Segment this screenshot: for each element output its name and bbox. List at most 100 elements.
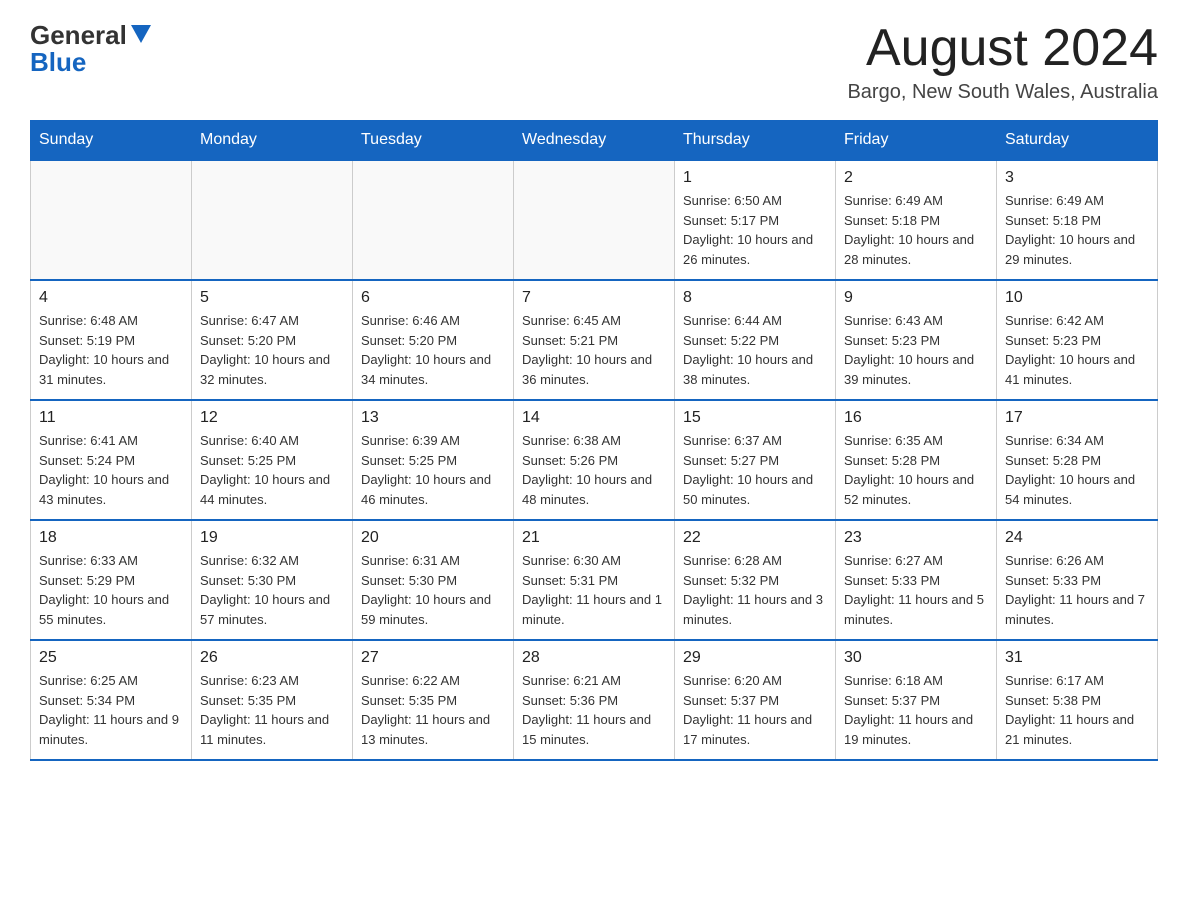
logo: General Blue	[30, 20, 151, 78]
day-number: 24	[1005, 529, 1149, 547]
day-info: Sunrise: 6:32 AMSunset: 5:30 PMDaylight:…	[200, 551, 344, 629]
calendar-cell: 27 Sunrise: 6:22 AMSunset: 5:35 PMDayligh…	[353, 640, 514, 760]
calendar-cell: 17Sunrise: 6:34 AMSunset: 5:28 PMDayligh…	[997, 400, 1158, 520]
calendar-cell: 9Sunrise: 6:43 AMSunset: 5:23 PMDaylight…	[836, 280, 997, 400]
calendar-week-row: 1 Sunrise: 6:50 AMSunset: 5:17 PMDaylight…	[31, 160, 1158, 280]
day-info: Sunrise: 6:35 AMSunset: 5:28 PMDaylight:…	[844, 431, 988, 509]
calendar-cell: 29 Sunrise: 6:20 AMSunset: 5:37 PMDayligh…	[675, 640, 836, 760]
calendar-cell: 18 Sunrise: 6:33 AMSunset: 5:29 PMDayligh…	[31, 520, 192, 640]
calendar-cell: 8 Sunrise: 6:44 AMSunset: 5:22 PMDaylight…	[675, 280, 836, 400]
day-info: Sunrise: 6:38 AMSunset: 5:26 PMDaylight:…	[522, 431, 666, 509]
day-info: Sunrise: 6:41 AMSunset: 5:24 PMDaylight:…	[39, 431, 183, 509]
day-number: 22	[683, 529, 827, 547]
day-info: Sunrise: 6:45 AMSunset: 5:21 PMDaylight:…	[522, 311, 666, 389]
day-info: Sunrise: 6:50 AMSunset: 5:17 PMDaylight:…	[683, 191, 827, 269]
day-number: 4	[39, 289, 183, 307]
day-number: 8	[683, 289, 827, 307]
calendar-cell: 3 Sunrise: 6:49 AMSunset: 5:18 PMDaylight…	[997, 160, 1158, 280]
calendar-day-header: Tuesday	[353, 121, 514, 161]
day-info: Sunrise: 6:23 AMSunset: 5:35 PMDaylight:…	[200, 671, 344, 749]
day-number: 13	[361, 409, 505, 427]
month-title: August 2024	[847, 20, 1158, 77]
day-info: Sunrise: 6:31 AMSunset: 5:30 PMDaylight:…	[361, 551, 505, 629]
calendar-cell: 5 Sunrise: 6:47 AMSunset: 5:20 PMDaylight…	[192, 280, 353, 400]
day-number: 30	[844, 649, 988, 667]
calendar-cell	[514, 160, 675, 280]
calendar-cell: 15 Sunrise: 6:37 AMSunset: 5:27 PMDayligh…	[675, 400, 836, 520]
calendar-cell: 31 Sunrise: 6:17 AMSunset: 5:38 PMDayligh…	[997, 640, 1158, 760]
page-header: General Blue August 2024 Bargo, New Sout…	[30, 20, 1158, 104]
calendar-cell	[31, 160, 192, 280]
day-info: Sunrise: 6:33 AMSunset: 5:29 PMDaylight:…	[39, 551, 183, 629]
day-number: 5	[200, 289, 344, 307]
calendar-cell: 20Sunrise: 6:31 AMSunset: 5:30 PMDayligh…	[353, 520, 514, 640]
day-number: 31	[1005, 649, 1149, 667]
calendar-week-row: 18 Sunrise: 6:33 AMSunset: 5:29 PMDayligh…	[31, 520, 1158, 640]
day-info: Sunrise: 6:47 AMSunset: 5:20 PMDaylight:…	[200, 311, 344, 389]
day-info: Sunrise: 6:49 AMSunset: 5:18 PMDaylight:…	[1005, 191, 1149, 269]
day-number: 27	[361, 649, 505, 667]
day-number: 28	[522, 649, 666, 667]
day-info: Sunrise: 6:30 AMSunset: 5:31 PMDaylight:…	[522, 551, 666, 629]
calendar-cell	[192, 160, 353, 280]
day-info: Sunrise: 6:37 AMSunset: 5:27 PMDaylight:…	[683, 431, 827, 509]
day-number: 12	[200, 409, 344, 427]
calendar-cell: 24Sunrise: 6:26 AMSunset: 5:33 PMDayligh…	[997, 520, 1158, 640]
calendar-header-row: SundayMondayTuesdayWednesdayThursdayFrid…	[31, 121, 1158, 161]
location-title: Bargo, New South Wales, Australia	[847, 81, 1158, 104]
day-number: 3	[1005, 169, 1149, 187]
calendar-table: SundayMondayTuesdayWednesdayThursdayFrid…	[30, 120, 1158, 761]
day-info: Sunrise: 6:46 AMSunset: 5:20 PMDaylight:…	[361, 311, 505, 389]
calendar-cell: 30Sunrise: 6:18 AMSunset: 5:37 PMDayligh…	[836, 640, 997, 760]
calendar-day-header: Monday	[192, 121, 353, 161]
calendar-cell: 2 Sunrise: 6:49 AMSunset: 5:18 PMDaylight…	[836, 160, 997, 280]
calendar-cell: 28 Sunrise: 6:21 AMSunset: 5:36 PMDayligh…	[514, 640, 675, 760]
calendar-cell: 4 Sunrise: 6:48 AMSunset: 5:19 PMDaylight…	[31, 280, 192, 400]
calendar-week-row: 4 Sunrise: 6:48 AMSunset: 5:19 PMDaylight…	[31, 280, 1158, 400]
day-number: 29	[683, 649, 827, 667]
calendar-day-header: Wednesday	[514, 121, 675, 161]
calendar-cell: 14Sunrise: 6:38 AMSunset: 5:26 PMDayligh…	[514, 400, 675, 520]
day-info: Sunrise: 6:49 AMSunset: 5:18 PMDaylight:…	[844, 191, 988, 269]
calendar-cell: 21 Sunrise: 6:30 AMSunset: 5:31 PMDayligh…	[514, 520, 675, 640]
calendar-week-row: 11Sunrise: 6:41 AMSunset: 5:24 PMDayligh…	[31, 400, 1158, 520]
calendar-cell	[353, 160, 514, 280]
day-number: 10	[1005, 289, 1149, 307]
calendar-day-header: Friday	[836, 121, 997, 161]
day-number: 25	[39, 649, 183, 667]
day-number: 1	[683, 169, 827, 187]
day-info: Sunrise: 6:39 AMSunset: 5:25 PMDaylight:…	[361, 431, 505, 509]
day-info: Sunrise: 6:25 AMSunset: 5:34 PMDaylight:…	[39, 671, 183, 749]
day-number: 6	[361, 289, 505, 307]
logo-blue-text: Blue	[30, 47, 86, 78]
calendar-cell: 11Sunrise: 6:41 AMSunset: 5:24 PMDayligh…	[31, 400, 192, 520]
day-info: Sunrise: 6:27 AMSunset: 5:33 PMDaylight:…	[844, 551, 988, 629]
calendar-cell: 10Sunrise: 6:42 AMSunset: 5:23 PMDayligh…	[997, 280, 1158, 400]
day-info: Sunrise: 6:44 AMSunset: 5:22 PMDaylight:…	[683, 311, 827, 389]
calendar-cell: 22 Sunrise: 6:28 AMSunset: 5:32 PMDayligh…	[675, 520, 836, 640]
day-number: 23	[844, 529, 988, 547]
day-number: 7	[522, 289, 666, 307]
day-info: Sunrise: 6:17 AMSunset: 5:38 PMDaylight:…	[1005, 671, 1149, 749]
calendar-week-row: 25 Sunrise: 6:25 AMSunset: 5:34 PMDayligh…	[31, 640, 1158, 760]
title-area: August 2024 Bargo, New South Wales, Aust…	[847, 20, 1158, 104]
calendar-cell: 1 Sunrise: 6:50 AMSunset: 5:17 PMDaylight…	[675, 160, 836, 280]
day-info: Sunrise: 6:34 AMSunset: 5:28 PMDaylight:…	[1005, 431, 1149, 509]
calendar-cell: 12Sunrise: 6:40 AMSunset: 5:25 PMDayligh…	[192, 400, 353, 520]
calendar-cell: 25 Sunrise: 6:25 AMSunset: 5:34 PMDayligh…	[31, 640, 192, 760]
day-number: 15	[683, 409, 827, 427]
calendar-cell: 16 Sunrise: 6:35 AMSunset: 5:28 PMDayligh…	[836, 400, 997, 520]
day-info: Sunrise: 6:22 AMSunset: 5:35 PMDaylight:…	[361, 671, 505, 749]
day-info: Sunrise: 6:20 AMSunset: 5:37 PMDaylight:…	[683, 671, 827, 749]
day-info: Sunrise: 6:48 AMSunset: 5:19 PMDaylight:…	[39, 311, 183, 389]
logo-triangle-icon	[131, 25, 151, 43]
day-number: 26	[200, 649, 344, 667]
day-info: Sunrise: 6:21 AMSunset: 5:36 PMDaylight:…	[522, 671, 666, 749]
day-info: Sunrise: 6:28 AMSunset: 5:32 PMDaylight:…	[683, 551, 827, 629]
day-number: 2	[844, 169, 988, 187]
calendar-cell: 23 Sunrise: 6:27 AMSunset: 5:33 PMDayligh…	[836, 520, 997, 640]
day-number: 18	[39, 529, 183, 547]
day-number: 16	[844, 409, 988, 427]
day-number: 21	[522, 529, 666, 547]
calendar-day-header: Sunday	[31, 121, 192, 161]
